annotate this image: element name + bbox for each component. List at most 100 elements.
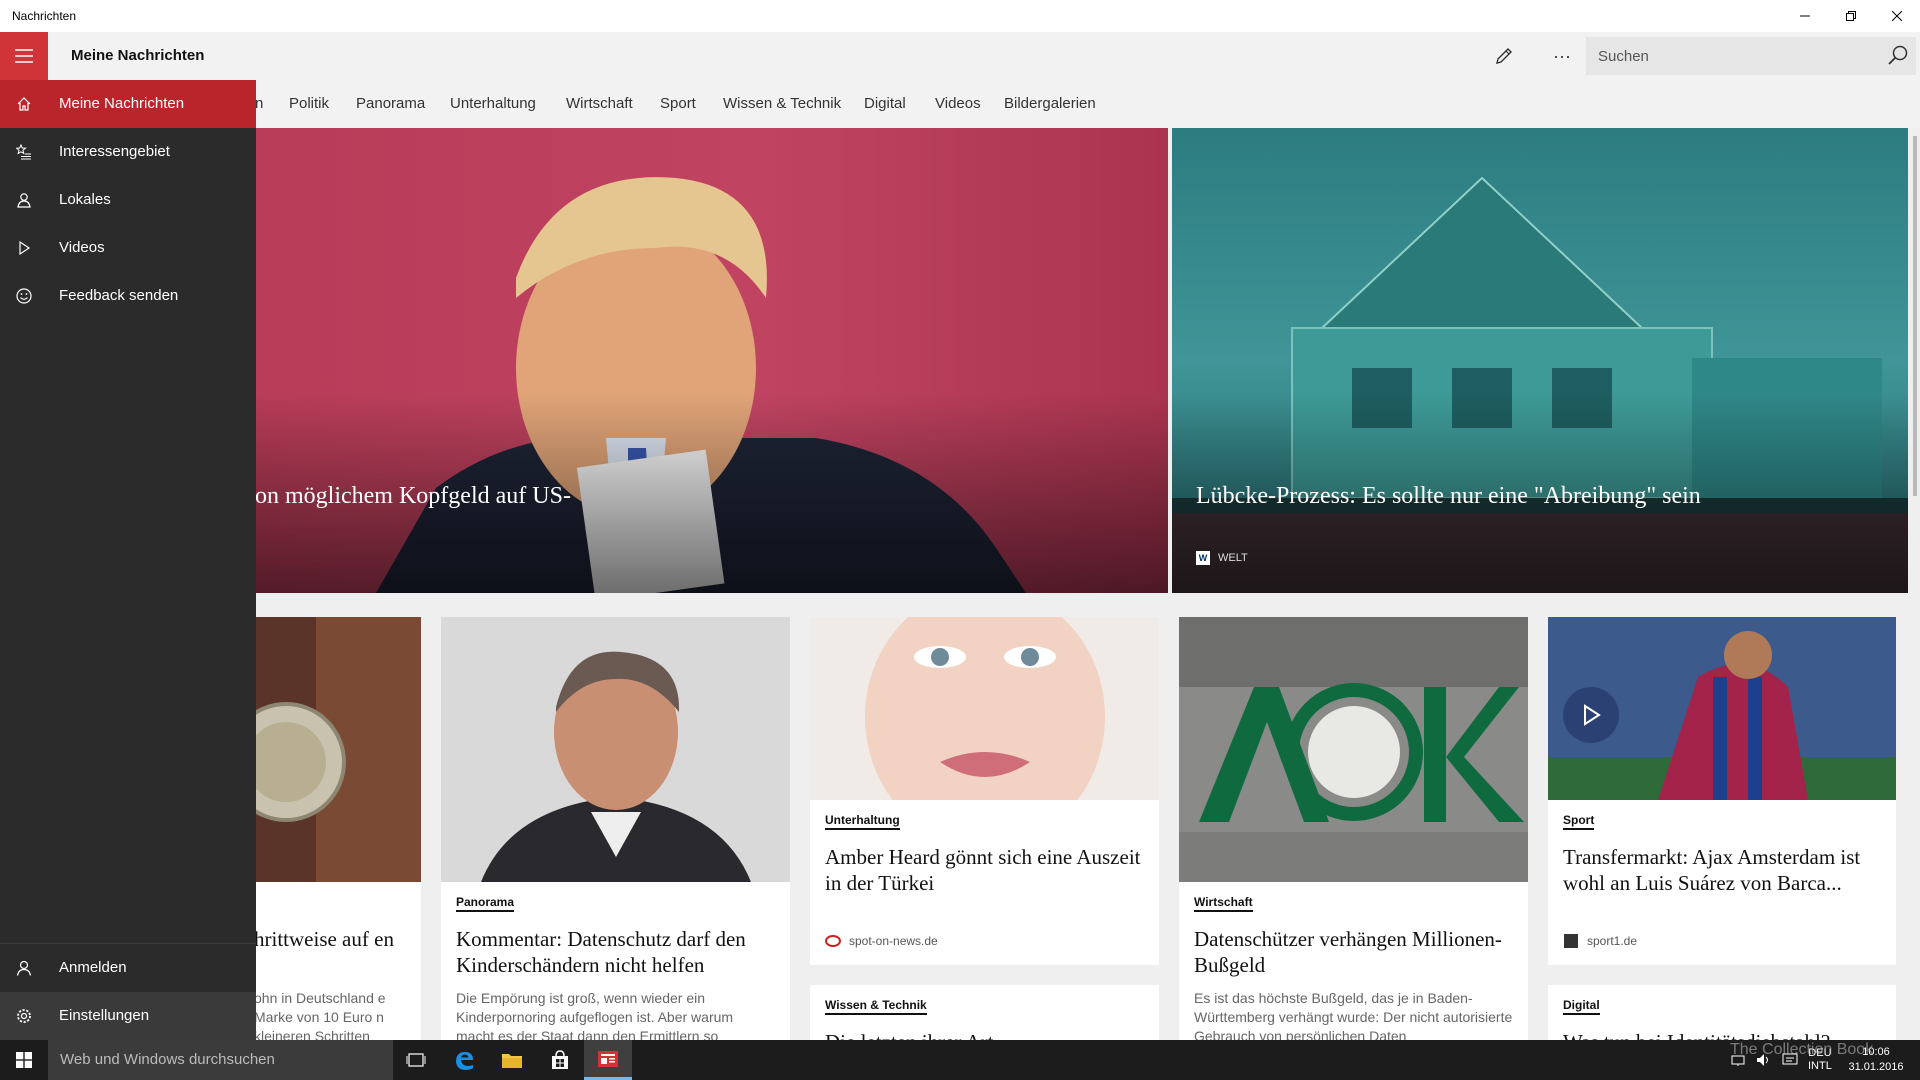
person-icon	[14, 958, 34, 978]
card-3-category[interactable]: Wirtschaft	[1194, 895, 1253, 912]
edge-button[interactable]	[440, 1040, 488, 1080]
article-card-2[interactable]: Unterhaltung Amber Heard gönnt sich eine…	[810, 617, 1159, 965]
nav-label-videos: Videos	[59, 239, 105, 256]
card-6-category[interactable]: Digital	[1563, 998, 1600, 1015]
taskbar: Web und Windows durchsuchen DEU INTL 10:…	[0, 1040, 1920, 1080]
edit-button[interactable]	[1484, 44, 1524, 68]
card-5-category[interactable]: Wissen & Technik	[825, 998, 927, 1015]
nav-item-interessengebiet[interactable]: Interessengebiet	[0, 128, 256, 176]
hamburger-menu-button[interactable]	[0, 32, 48, 80]
card-4-source: sport1.de	[1563, 934, 1637, 948]
card-4-category[interactable]: Sport	[1563, 813, 1595, 830]
task-view-icon	[406, 1053, 426, 1067]
welt-logo-icon: W	[1196, 551, 1210, 565]
article-card-1[interactable]: Panorama Kommentar: Datenschutz darf den…	[441, 617, 790, 1040]
card-4-source-label: sport1.de	[1587, 934, 1638, 948]
edge-browser-icon	[456, 1052, 473, 1070]
restore-button[interactable]	[1828, 0, 1874, 32]
nav-item-feedback[interactable]: Feedback senden	[0, 272, 256, 320]
nav-item-anmelden[interactable]: Anmelden	[0, 944, 256, 992]
app-header: Meine Nachrichten ···	[0, 32, 1920, 80]
nav-label-interessengebiet: Interessengebiet	[59, 143, 170, 160]
search-input[interactable]	[1586, 37, 1876, 75]
card-0-title[interactable]: hrittweise auf en	[256, 926, 406, 952]
tab-politik[interactable]: Politik	[289, 95, 329, 112]
article-card-0[interactable]: hrittweise auf en ohn in Deutschland e M…	[256, 617, 421, 1040]
page-title: Meine Nachrichten	[71, 47, 205, 64]
card-0-desc: ohn in Deutschland e Marke von 10 Euro n…	[256, 990, 386, 1040]
tab-bildergalerien[interactable]: Bildergalerien	[1004, 95, 1096, 112]
minimize-icon	[1800, 15, 1810, 17]
article-card-3[interactable]: Wirtschaft Datenschützer verhängen Milli…	[1179, 617, 1528, 1040]
play-icon	[1584, 704, 1601, 726]
tab-partial[interactable]: n	[255, 95, 263, 112]
card-6-title[interactable]: Was tun bei Identitätsdiebstahl?	[1563, 1029, 1881, 1040]
hero-right-title[interactable]: Lübcke-Prozess: Es sollte nur eine "Abre…	[1196, 480, 1736, 512]
article-card-4[interactable]: Sport Transfermarkt: Ajax Amsterdam ist …	[1548, 617, 1896, 965]
card-1-title[interactable]: Kommentar: Datenschutz darf den Kindersc…	[456, 926, 775, 978]
close-button[interactable]	[1874, 0, 1920, 32]
content-scrollbar[interactable]	[1910, 128, 1920, 1040]
news-app-button[interactable]	[584, 1040, 632, 1080]
hero-left-title[interactable]: on möglichem Kopfgeld auf US-	[256, 480, 955, 512]
card-2-category[interactable]: Unterhaltung	[825, 813, 900, 830]
folder-icon	[502, 1054, 522, 1068]
hero-right-source: W WELT	[1196, 551, 1248, 565]
card-4-title[interactable]: Transfermarkt: Ajax Amsterdam ist wohl a…	[1563, 844, 1881, 896]
windows-logo-icon	[16, 1052, 32, 1068]
card-3-title[interactable]: Datenschützer verhängen Millionen-Bußgel…	[1194, 926, 1513, 978]
clock-date: 31.01.2016	[1848, 1061, 1904, 1073]
search-icon[interactable]	[1886, 44, 1910, 68]
card-2-title[interactable]: Amber Heard gönnt sich eine Auszeit in d…	[825, 844, 1144, 896]
nav-item-lokales[interactable]: Lokales	[0, 176, 256, 224]
tab-videos[interactable]: Videos	[935, 95, 981, 112]
restore-icon	[1846, 11, 1856, 21]
input-language-bottom: INTL	[1808, 1060, 1832, 1072]
hero-article-right[interactable]: Lübcke-Prozess: Es sollte nur eine "Abre…	[1172, 128, 1908, 593]
store-button[interactable]	[536, 1040, 584, 1080]
nav-label-einstellungen: Einstellungen	[59, 1007, 150, 1024]
window-title: Nachrichten	[12, 9, 77, 23]
window-titlebar: Nachrichten	[0, 0, 1920, 32]
star-list-icon	[14, 142, 34, 162]
watermark: The Collection Book	[1730, 1041, 1874, 1058]
tab-wirtschaft[interactable]: Wirtschaft	[566, 95, 633, 112]
file-explorer-button[interactable]	[488, 1040, 536, 1080]
taskbar-search[interactable]: Web und Windows durchsuchen	[48, 1040, 393, 1080]
nav-item-videos[interactable]: Videos	[0, 224, 256, 272]
card-2-source: spot-on-news.de	[825, 934, 938, 948]
tab-panorama[interactable]: Panorama	[356, 95, 425, 112]
nav-item-einstellungen[interactable]: Einstellungen	[0, 992, 256, 1040]
card-1-category[interactable]: Panorama	[456, 895, 515, 912]
start-button[interactable]	[0, 1040, 48, 1080]
search-box	[1586, 37, 1916, 75]
hero-right-source-label: WELT	[1218, 552, 1248, 564]
news-app-icon	[598, 1050, 618, 1067]
card-2-image	[810, 617, 1159, 800]
card-1-desc: Die Empörung ist groß, wenn wieder ein K…	[456, 990, 734, 1040]
home-icon	[14, 94, 34, 114]
hero-article-left[interactable]: on möglichem Kopfgeld auf US-	[256, 128, 1168, 593]
hamburger-icon	[15, 49, 33, 63]
category-nav: n Politik Panorama Unterhaltung Wirtscha…	[255, 80, 1920, 128]
tab-unterhaltung[interactable]: Unterhaltung	[450, 95, 536, 112]
article-card-6[interactable]: Digital Was tun bei Identitätsdiebstahl?	[1548, 985, 1896, 1040]
nav-item-meine-nachrichten[interactable]: Meine Nachrichten	[0, 80, 256, 128]
play-icon	[14, 238, 34, 258]
card-3-desc: Es ist das höchste Bußgeld, das je in Ba…	[1194, 990, 1513, 1040]
task-view-button[interactable]	[392, 1040, 440, 1080]
person-pin-icon	[14, 190, 34, 210]
tab-digital[interactable]: Digital	[864, 95, 906, 112]
scrollbar-thumb[interactable]	[1913, 136, 1917, 496]
more-options-button[interactable]: ···	[1542, 44, 1582, 68]
video-play-button[interactable]	[1563, 687, 1619, 743]
tab-wissen-technik[interactable]: Wissen & Technik	[723, 95, 841, 112]
article-card-5[interactable]: Wissen & Technik Die letzten ihrer Art	[810, 985, 1159, 1040]
nav-label-anmelden: Anmelden	[59, 959, 127, 976]
nav-label-feedback: Feedback senden	[59, 287, 179, 304]
spot-on-news-logo-icon	[825, 935, 841, 947]
minimize-button[interactable]	[1782, 0, 1828, 32]
tab-sport[interactable]: Sport	[660, 95, 696, 112]
smiley-icon	[14, 286, 34, 306]
card-5-title[interactable]: Die letzten ihrer Art	[825, 1029, 1144, 1040]
